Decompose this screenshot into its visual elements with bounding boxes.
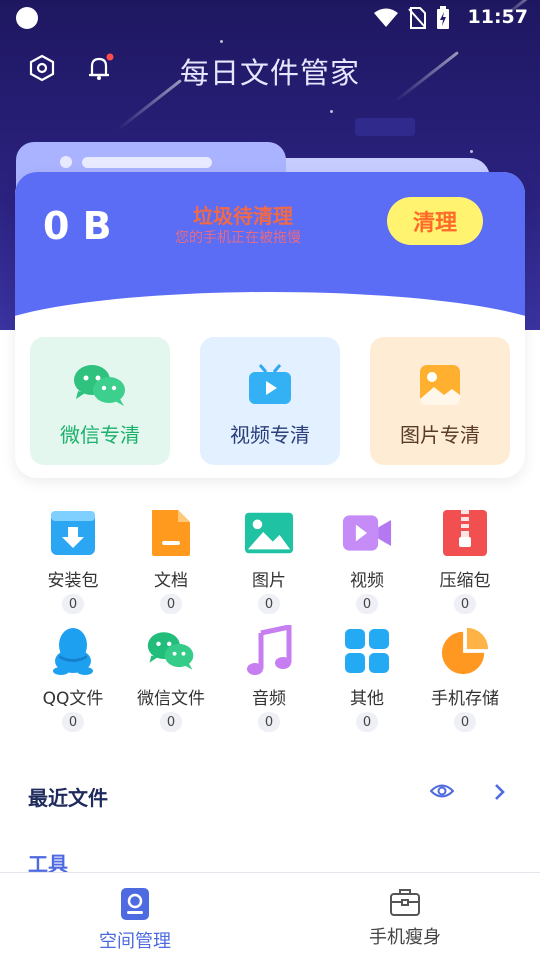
category-install-packages[interactable]: 安装包 0	[28, 508, 118, 614]
tile-image-clean[interactable]: 图片专清	[370, 337, 510, 465]
category-count: 0	[454, 594, 476, 614]
tile-label: 视频专清	[230, 423, 310, 447]
clean-button[interactable]: 清理	[387, 197, 483, 245]
eye-icon[interactable]	[429, 781, 455, 805]
decor-star	[470, 150, 473, 153]
status-dot-icon	[16, 7, 38, 29]
category-label: 手机存储	[431, 689, 499, 709]
category-label: 微信文件	[137, 689, 205, 709]
category-qq-files[interactable]: QQ文件 0	[28, 626, 118, 732]
category-phone-storage[interactable]: 手机存储 0	[420, 626, 510, 732]
category-count: 0	[62, 712, 84, 732]
app-title: 每日文件管家	[180, 56, 361, 90]
category-label: 图片	[252, 571, 286, 591]
category-wechat-files[interactable]: 微信文件 0	[126, 626, 216, 732]
category-count: 0	[62, 594, 84, 614]
category-count: 0	[160, 594, 182, 614]
notification-bell-icon[interactable]	[84, 52, 116, 84]
nav-label: 手机瘦身	[369, 927, 441, 948]
junk-subtitle: 您的手机正在被拖慢	[175, 230, 301, 246]
category-audio[interactable]: 音频 0	[224, 625, 314, 732]
category-documents[interactable]: 文档 0	[126, 508, 216, 614]
decor-streak	[394, 51, 459, 103]
no-sim-icon	[408, 7, 426, 29]
category-pictures[interactable]: 图片 0	[224, 508, 314, 614]
nav-phone-slim[interactable]: 手机瘦身	[335, 887, 475, 949]
category-count: 0	[258, 712, 280, 732]
music-note-icon	[244, 625, 294, 676]
pie-icon	[440, 626, 490, 676]
junk-title: 垃圾待清理	[193, 204, 293, 228]
video-icon	[342, 508, 392, 558]
tile-label: 微信专清	[60, 423, 140, 447]
status-time: 11:57	[467, 6, 528, 28]
category-count: 0	[160, 712, 182, 732]
category-archives[interactable]: 压缩包 0	[420, 508, 510, 614]
grid-icon	[342, 626, 392, 676]
chevron-right-icon[interactable]	[493, 782, 507, 806]
penguin-icon	[48, 626, 98, 676]
folder-tab-dot	[60, 156, 72, 168]
nav-label: 空间管理	[99, 931, 171, 952]
wifi-icon	[374, 8, 398, 27]
category-label: 其他	[350, 689, 384, 709]
tv-icon	[242, 361, 298, 409]
tile-wechat-clean[interactable]: 微信专清	[30, 337, 170, 465]
document-icon	[146, 508, 196, 558]
picture-icon	[244, 508, 294, 558]
category-count: 0	[356, 712, 378, 732]
decor-star	[330, 110, 333, 113]
category-label: 文档	[154, 571, 188, 591]
image-icon	[412, 361, 468, 409]
status-icons	[374, 6, 450, 30]
category-videos[interactable]: 视频 0	[322, 508, 412, 614]
disk-icon	[121, 888, 149, 920]
category-count: 0	[356, 594, 378, 614]
category-label: 音频	[252, 689, 286, 709]
bottom-nav: 空间管理 手机瘦身	[0, 872, 540, 960]
category-label: 视频	[350, 571, 384, 591]
battery-charging-icon	[437, 6, 449, 29]
tile-video-clean[interactable]: 视频专清	[200, 337, 340, 465]
settings-hexagon-icon[interactable]	[26, 52, 58, 84]
download-box-icon	[48, 508, 98, 558]
category-label: QQ文件	[42, 689, 104, 709]
category-count: 0	[258, 594, 280, 614]
zip-icon	[440, 508, 490, 558]
recent-files-title[interactable]: 最近文件	[28, 782, 108, 811]
wechat-icon	[146, 626, 196, 676]
junk-size: 0 B	[43, 204, 112, 248]
status-bar: 11:57	[0, 0, 540, 36]
decor-star	[220, 40, 223, 43]
nav-space-management[interactable]: 空间管理	[65, 887, 205, 953]
toolbox-icon	[390, 889, 420, 916]
category-count: 0	[454, 712, 476, 732]
category-label: 安装包	[47, 571, 99, 591]
cleanup-card: 0 B 垃圾待清理 您的手机正在被拖慢 清理 微信专清 视频专清 图片专清	[15, 172, 525, 478]
decor-block	[355, 118, 415, 136]
decor-streak	[117, 79, 182, 131]
wechat-icon	[72, 361, 128, 409]
tile-label: 图片专清	[400, 423, 480, 447]
category-other[interactable]: 其他 0	[322, 626, 412, 732]
folder-tab-pill	[82, 157, 212, 168]
category-label: 压缩包	[439, 571, 491, 591]
